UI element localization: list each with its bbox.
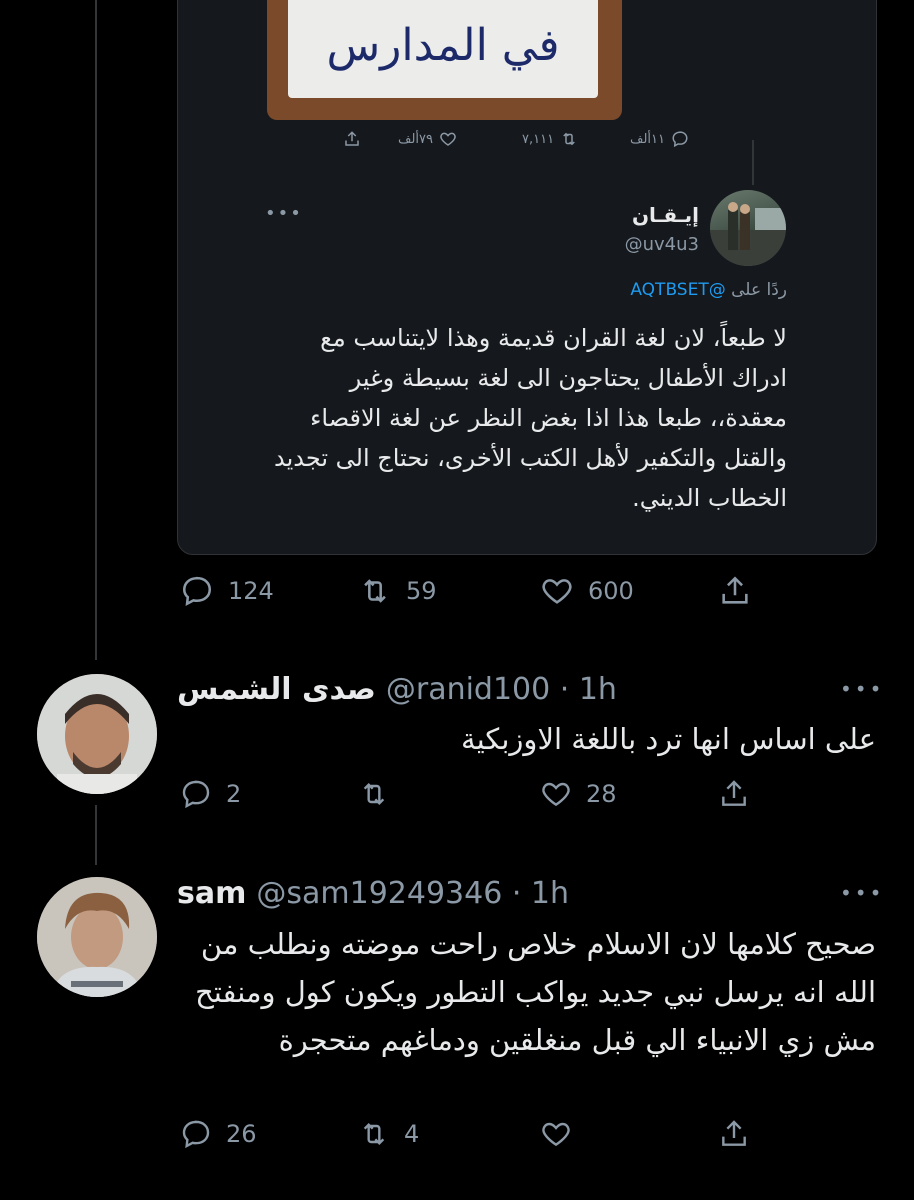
thread-line-top (95, 0, 97, 660)
share-icon (722, 780, 746, 806)
main-reply-button[interactable]: 124 (180, 574, 274, 608)
quoted-image-text: في المدارس (326, 20, 560, 71)
reply1-header: صدى الشمس @ranid100 · 1h (177, 672, 617, 707)
reply2-retweet-count: 4 (404, 1120, 420, 1148)
reply1-like-count: 28 (586, 780, 617, 808)
reply1-reply-button[interactable]: 2 (180, 778, 241, 810)
quoted-more-icon[interactable]: ••• (265, 203, 303, 224)
quoted-author-handle[interactable]: @uv4u3 (625, 234, 699, 255)
reply2-retweet-button[interactable]: 4 (358, 1118, 419, 1150)
heart-icon (542, 782, 570, 807)
reply2-avatar[interactable] (37, 877, 157, 997)
reply1-more-icon[interactable]: ••• (840, 677, 884, 701)
reply-to-mention[interactable]: @AQTBSET (630, 280, 725, 300)
reply-icon (182, 576, 212, 607)
reply1-reply-count: 2 (226, 780, 242, 808)
heart-icon (542, 1122, 570, 1147)
quoted-tweet-body: لا طبعاً، لان لغة القران قديمة وهذا لايت… (274, 324, 787, 512)
reply2-reply-count: 26 (226, 1120, 257, 1148)
heart-icon (542, 579, 572, 604)
reply2-handle-time[interactable]: @sam19249346 · 1h (256, 876, 569, 911)
quoted-author-name[interactable]: إيـقـان (632, 203, 699, 227)
reply1-share-button[interactable] (718, 778, 750, 810)
retweet-icon (363, 1122, 385, 1146)
main-tweet-actions: 124 59 600 (0, 574, 914, 614)
heart-icon (440, 132, 456, 146)
retweet-icon (563, 132, 575, 146)
main-share-button[interactable] (718, 574, 752, 608)
quoted-thread-line (752, 140, 754, 185)
reply2-body: صحيح كلامها لان الاسلام خلاص راحت موضته … (195, 927, 876, 1057)
reply-icon (182, 780, 210, 809)
share-icon (722, 576, 748, 604)
reply1-handle-time[interactable]: @ranid100 · 1h (386, 672, 617, 707)
retweet-icon (364, 579, 386, 603)
reply2-author-name[interactable]: sam (177, 876, 246, 911)
reply1-avatar[interactable] (37, 674, 157, 794)
reply-icon (182, 1120, 210, 1149)
quoted-image-actions: ١١ألف ٧,١١١ ٧٩ألف (0, 130, 914, 160)
image-like-count: ٧٩ألف (398, 131, 433, 147)
main-like-button[interactable]: 600 (540, 574, 634, 608)
main-like-count: 600 (588, 577, 634, 605)
reply2-like-button[interactable] (540, 1118, 586, 1150)
reply-to-prefix: ردًا على (731, 280, 787, 300)
main-reply-count: 124 (228, 577, 274, 605)
reply2-header: sam @sam19249346 · 1h (177, 876, 569, 911)
reply1-author-name[interactable]: صدى الشمس (177, 672, 376, 707)
reply-to-line: ردًا على @AQTBSET (630, 280, 787, 300)
retweet-icon (363, 782, 385, 806)
reply2-more-icon[interactable]: ••• (840, 881, 884, 905)
reply2-actions: 26 4 (0, 1118, 914, 1158)
reply2-share-button[interactable] (718, 1118, 750, 1150)
main-retweet-button[interactable]: 59 (358, 574, 437, 608)
image-reply-count: ١١ألف (630, 131, 665, 147)
reply1-retweet-button[interactable] (358, 778, 404, 810)
reply1-actions: 2 28 (0, 778, 914, 818)
reply2-reply-button[interactable]: 26 (180, 1118, 257, 1150)
share-icon (345, 131, 359, 146)
quoted-avatar[interactable] (710, 190, 786, 266)
share-icon (722, 1120, 746, 1146)
image-retweet-button[interactable]: ٧,١١١ (522, 130, 578, 148)
reply-icon (672, 131, 688, 148)
main-retweet-count: 59 (406, 577, 437, 605)
reply1-body: على اساس انها ترد باللغة الاوزبكية (461, 722, 876, 756)
image-reply-button[interactable]: ١١ألف (630, 130, 689, 148)
image-share-button[interactable] (343, 130, 361, 148)
image-like-button[interactable]: ٧٩ألف (398, 130, 457, 148)
image-retweet-count: ٧,١١١ (522, 131, 555, 147)
reply1-like-button[interactable]: 28 (540, 778, 617, 810)
